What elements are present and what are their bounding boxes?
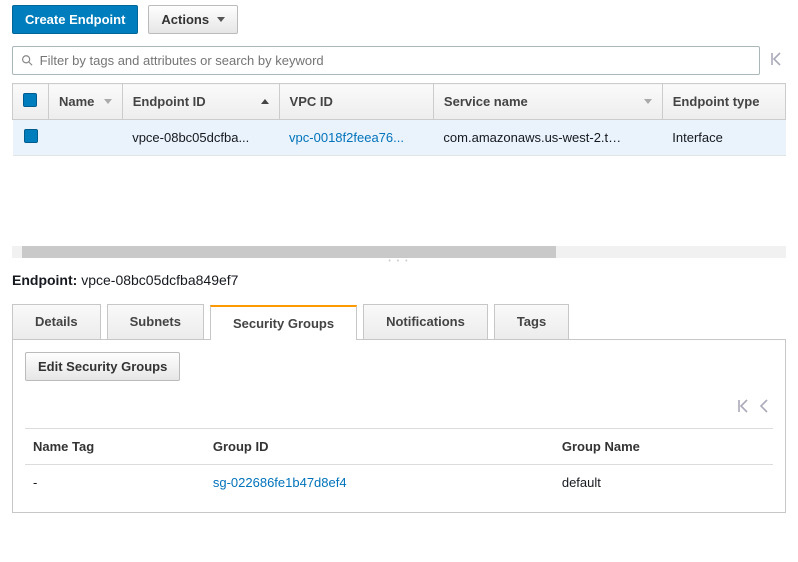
horizontal-scrollbar[interactable] xyxy=(12,246,786,258)
sort-icon xyxy=(644,99,652,104)
column-endpoint-id[interactable]: Endpoint ID xyxy=(122,84,279,120)
cell-endpoint-type: Interface xyxy=(662,120,785,156)
sg-column-name-tag[interactable]: Name Tag xyxy=(25,429,205,465)
search-icon xyxy=(21,54,34,67)
cell-service-name: com.amazonaws.us-west-2.tra... xyxy=(433,120,662,156)
actions-dropdown[interactable]: Actions xyxy=(148,5,238,34)
checkbox-icon xyxy=(23,93,37,107)
actions-label: Actions xyxy=(161,12,209,27)
column-vpc-id[interactable]: VPC ID xyxy=(279,84,433,120)
tab-tags[interactable]: Tags xyxy=(494,304,569,339)
filter-box[interactable] xyxy=(12,46,760,75)
row-checkbox[interactable] xyxy=(24,129,38,143)
detail-header: Endpoint: vpce-08bc05dcfba849ef7 xyxy=(0,268,798,298)
sg-column-group-name[interactable]: Group Name xyxy=(554,429,773,465)
page-first-icon[interactable] xyxy=(737,399,749,416)
scrollbar-thumb[interactable] xyxy=(22,246,556,258)
column-service-name[interactable]: Service name xyxy=(433,84,662,120)
tab-details[interactable]: Details xyxy=(12,304,101,339)
checkbox-header[interactable] xyxy=(13,84,49,120)
table-row[interactable]: vpce-08bc05dcfba... vpc-0018f2feea76... … xyxy=(13,120,786,156)
detail-tabs: Details Subnets Security Groups Notifica… xyxy=(12,304,786,339)
sg-column-group-id[interactable]: Group ID xyxy=(205,429,554,465)
sort-asc-icon xyxy=(261,99,269,104)
chevron-down-icon xyxy=(217,17,225,22)
tab-subnets[interactable]: Subnets xyxy=(107,304,204,339)
filter-input[interactable] xyxy=(40,53,751,68)
endpoints-table-wrap: Name Endpoint ID VPC ID Service name End… xyxy=(12,83,786,156)
column-name[interactable]: Name xyxy=(49,84,123,120)
tab-notifications[interactable]: Notifications xyxy=(363,304,488,339)
tab-security-groups[interactable]: Security Groups xyxy=(210,305,357,340)
sg-cell-group-id[interactable]: sg-022686fe1b47d8ef4 xyxy=(205,465,554,501)
detail-title-prefix: Endpoint: xyxy=(12,272,77,288)
security-groups-panel: Edit Security Groups Name Tag Group ID G… xyxy=(12,339,786,513)
create-endpoint-button[interactable]: Create Endpoint xyxy=(12,5,138,34)
endpoints-table: Name Endpoint ID VPC ID Service name End… xyxy=(12,83,786,156)
cell-endpoint-id: vpce-08bc05dcfba... xyxy=(122,120,279,156)
splitter-handle[interactable]: • • • xyxy=(12,258,786,264)
column-endpoint-type[interactable]: Endpoint type xyxy=(662,84,785,120)
sort-icon xyxy=(104,99,112,104)
cell-vpc-id[interactable]: vpc-0018f2feea76... xyxy=(279,120,433,156)
security-groups-table: Name Tag Group ID Group Name - sg-022686… xyxy=(25,428,773,500)
sg-pagination xyxy=(25,393,773,428)
page-prev-icon[interactable] xyxy=(759,399,769,416)
page-first-icon[interactable] xyxy=(766,52,786,69)
sg-cell-group-name: default xyxy=(554,465,773,501)
filter-row xyxy=(0,44,798,83)
edit-security-groups-button[interactable]: Edit Security Groups xyxy=(25,352,180,381)
sg-cell-name-tag: - xyxy=(25,465,205,501)
detail-title-value: vpce-08bc05dcfba849ef7 xyxy=(81,272,238,288)
action-bar: Create Endpoint Actions xyxy=(0,0,798,44)
sg-row[interactable]: - sg-022686fe1b47d8ef4 default xyxy=(25,465,773,501)
cell-name xyxy=(49,120,123,156)
